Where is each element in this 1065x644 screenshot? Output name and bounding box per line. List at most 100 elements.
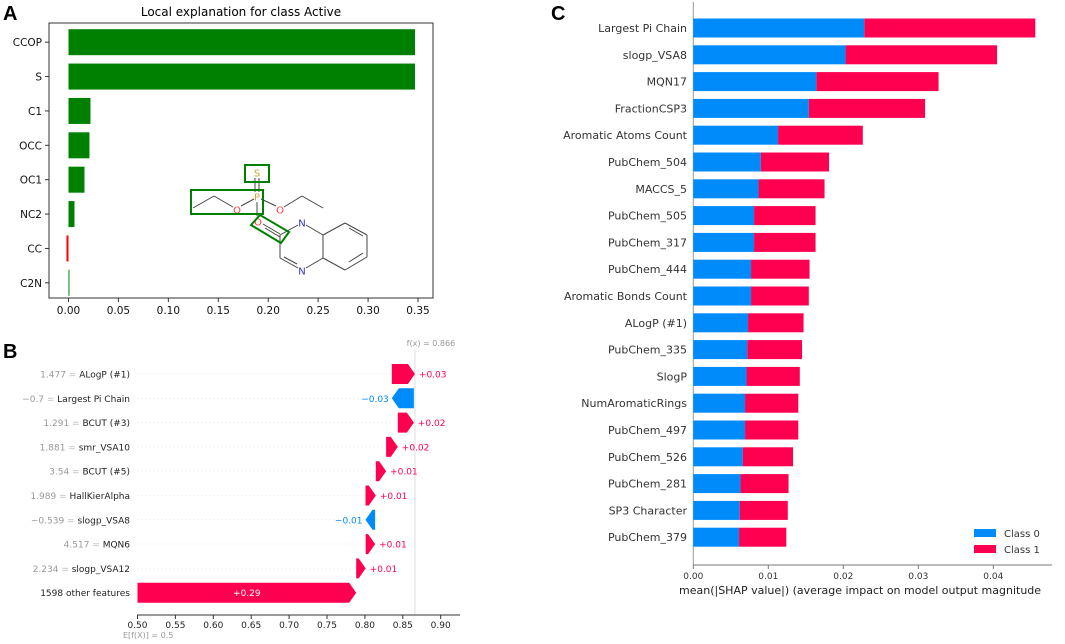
- feature-label: SP3 Character: [609, 504, 688, 517]
- contribution-label: +0.03: [419, 371, 447, 381]
- equals-sign: =: [65, 443, 78, 453]
- feature-value: 4.517: [64, 541, 90, 551]
- bar-class-0: [693, 72, 817, 92]
- y-tick-label: OC1: [20, 175, 42, 187]
- feature-value: 1.989: [30, 492, 56, 502]
- bond: [344, 256, 368, 271]
- bar-class-1: [816, 72, 939, 92]
- bar-oc1: [68, 166, 85, 193]
- x-tick-label: 0.85: [393, 621, 413, 631]
- feature-name: slogp_VSA8: [77, 516, 130, 526]
- bar-class-1: [740, 474, 789, 494]
- molecule-structure: SPO OO NN: [190, 164, 368, 278]
- feature-label: SlogP: [657, 370, 688, 383]
- feature-label: Largest Pi Chain: [598, 22, 687, 35]
- bar-class-0: [693, 125, 779, 145]
- bar-class-0: [693, 232, 755, 252]
- contribution-label: −0.01: [335, 516, 363, 526]
- bar-class-0: [693, 393, 746, 413]
- feature-label: slogp_VSA8: [623, 49, 687, 62]
- bar-class-1: [845, 45, 998, 65]
- bond: [301, 195, 324, 209]
- feature-label: 1598 other features: [40, 589, 130, 599]
- panel-label-a: A: [3, 3, 17, 25]
- bar-class-1: [754, 206, 816, 226]
- feature-name: MQN6: [103, 541, 131, 551]
- atom-label-s: S: [254, 169, 260, 180]
- highlight-box-co: [249, 213, 291, 245]
- base-value-label: E[f(X)] = 0.5: [123, 631, 173, 640]
- bar-cc: [66, 235, 69, 262]
- legend-label-class-1: Class 1: [1004, 545, 1040, 556]
- x-tick-label: 0.60: [203, 621, 223, 631]
- feature-value: 1.881: [40, 443, 66, 453]
- bar-class-0: [693, 420, 746, 440]
- x-tick-label: 0.30: [356, 305, 379, 317]
- x-tick-label: 0.75: [317, 621, 337, 631]
- bar-class-0: [693, 18, 865, 38]
- waterfall-bar: [397, 412, 414, 433]
- x-tick-label: 0.70: [279, 621, 299, 631]
- y-tick-label: C2N: [20, 278, 42, 290]
- chart-a: Local explanation for class ActiveCCOPSC…: [13, 5, 434, 317]
- feature-label: MACCS_5: [635, 183, 687, 196]
- feature-value: −0.7: [22, 395, 44, 405]
- feature-label: PubChem_497: [608, 424, 687, 437]
- x-tick-label: 0.90: [431, 621, 451, 631]
- bar-class-0: [693, 179, 759, 199]
- feature-label: PubChem_335: [608, 344, 687, 357]
- x-tick-label: 0.55: [165, 621, 185, 631]
- bond: [283, 195, 303, 208]
- feature-label: 1.881 = smr_VSA10: [40, 443, 131, 453]
- chart-c-shap-summary: Largest Pi Chain slogp_VSA8 MQN17 FractionC…: [563, 2, 1052, 597]
- feature-value: −0.539: [31, 516, 65, 526]
- x-tick-label: 0.25: [306, 305, 329, 317]
- waterfall-bar: [365, 509, 376, 530]
- bond: [213, 195, 234, 208]
- waterfall-bar: [365, 485, 376, 506]
- contribution-label: +0.01: [379, 541, 407, 551]
- bar-s: [68, 63, 416, 90]
- bar-class-0: [693, 500, 740, 520]
- contribution-label: +0.01: [380, 492, 408, 502]
- bar-class-1: [808, 98, 926, 118]
- feature-label: MQN17: [647, 76, 687, 89]
- feature-label: ALogP (#1): [625, 317, 687, 330]
- bar-class-0: [693, 366, 747, 386]
- feature-name: 1598 other features: [40, 589, 130, 599]
- bar-class-0: [693, 259, 752, 279]
- x-tick-label: 0.05: [107, 305, 130, 317]
- bar-class-1: [760, 152, 830, 172]
- x-tick-label: 0.15: [207, 305, 230, 317]
- feature-label: 1.291 = BCUT (#3): [43, 419, 130, 429]
- feature-label: FractionCSP3: [615, 102, 687, 115]
- bond: [305, 257, 324, 269]
- highlight-box-ccop: [190, 189, 264, 215]
- bar-ccop: [68, 29, 416, 56]
- feature-value: 1.477: [40, 371, 66, 381]
- feature-label: Aromatic Atoms Count: [563, 129, 688, 142]
- contribution-label: +0.01: [370, 565, 398, 575]
- bar-class-0: [693, 474, 741, 494]
- bond: [192, 195, 215, 209]
- bond: [344, 222, 368, 236]
- fx-label: f(x) = 0.866: [407, 339, 455, 348]
- y-tick-label: S: [35, 72, 42, 84]
- bar-class-1: [778, 125, 863, 145]
- feature-name: BCUT (#5): [82, 468, 130, 478]
- x-axis-label: mean(|SHAP value|) (average impact on mo…: [679, 584, 1041, 597]
- y-tick-label: C1: [28, 106, 42, 118]
- feature-value: 3.54: [49, 468, 69, 478]
- legend-label-class-0: Class 0: [1004, 529, 1040, 540]
- x-tick-label: 0.03: [908, 572, 928, 582]
- waterfall-bar: [365, 534, 376, 555]
- y-tick-label: NC2: [20, 209, 42, 221]
- atom-label-n_top: N: [298, 219, 305, 230]
- contribution-label: +0.01: [390, 468, 418, 478]
- feature-name: ALogP (#1): [79, 371, 130, 381]
- bar-class-1: [864, 18, 1036, 38]
- bar-class-0: [693, 206, 755, 226]
- contribution-label: +0.29: [233, 589, 261, 599]
- waterfall-bar: [391, 388, 414, 409]
- feature-name: BCUT (#3): [82, 419, 130, 429]
